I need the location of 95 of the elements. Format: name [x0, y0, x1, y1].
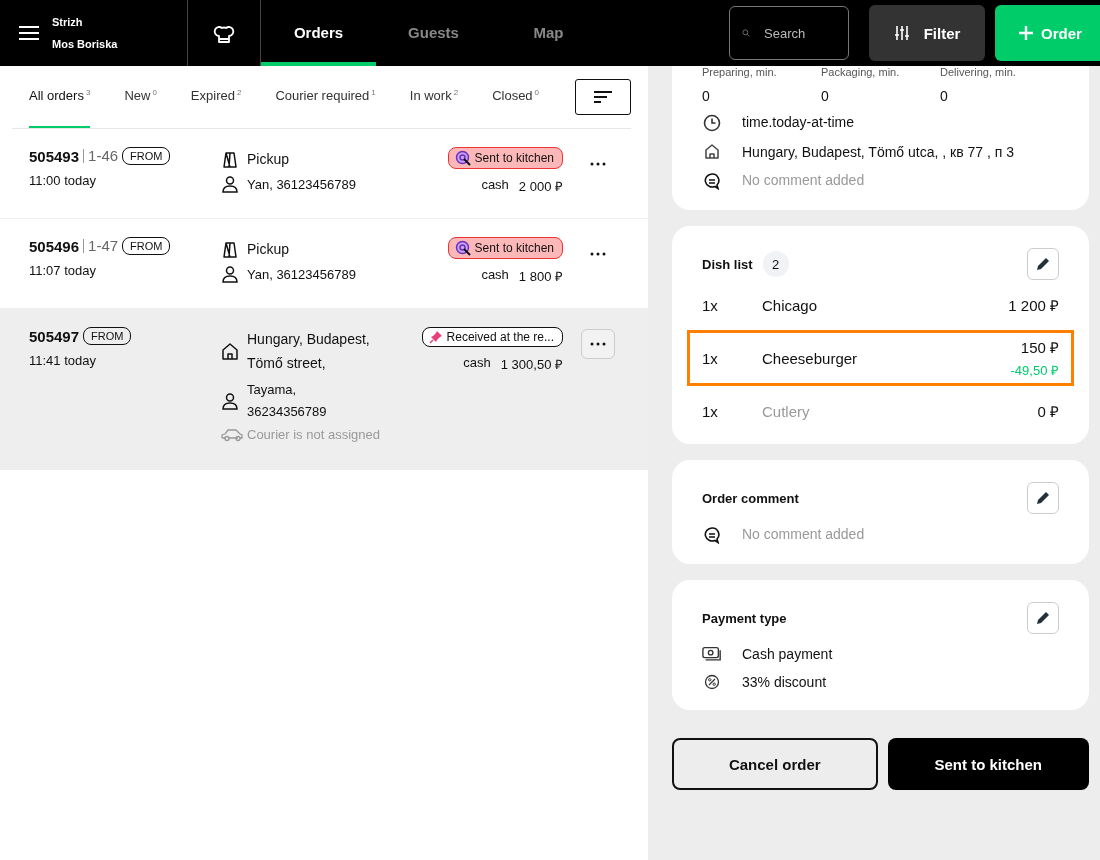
edit-button[interactable] — [1027, 482, 1059, 514]
dish-discount: -49,50 ₽ — [1010, 362, 1059, 379]
discount-text: 33% discount — [742, 674, 827, 690]
filter-tab[interactable]: In work$^{2}$ — [409, 66, 459, 128]
sliders-icon — [893, 25, 910, 41]
order-place: Pickup — [247, 150, 290, 169]
payment-method: cash — [481, 177, 509, 194]
order-row[interactable]: 505497 FROM 11:41 today Hungary, Budapest, Tömő street, Tayama, 36234356789 Courier is not assigned Received at the re... cash 1 300,50 ₽ — [0, 309, 648, 470]
edit-button[interactable] — [1027, 248, 1059, 280]
dish-price: 150 ₽ — [1020, 338, 1059, 357]
nav-tab[interactable]: Map — [491, 0, 606, 66]
timing-value: 0 — [821, 88, 830, 104]
delivery-address: Hungary, Budapest, Tömő utca, , кв 77 , п 3 — [742, 143, 1014, 162]
timing-label: Preparing, min. — [702, 66, 778, 78]
filter-tab[interactable]: Courier required$^{1}$ — [275, 66, 376, 128]
order-time: 11:00 today — [29, 173, 97, 188]
timing-label: Delivering, min. — [940, 66, 1017, 78]
dish-name: Cheeseburger — [762, 349, 859, 367]
dish-price: 1 200 ₽ — [1008, 296, 1059, 315]
customer-contact: Tayama, 36234356789 — [247, 381, 328, 421]
card-title: Order comment — [702, 490, 799, 506]
menu-icon[interactable] — [18, 25, 40, 41]
comment-icon — [702, 172, 722, 190]
dish-price: 0 ₽ — [1037, 402, 1059, 421]
dish-quantity: 1x — [702, 296, 719, 314]
dish-quantity: 1x — [702, 349, 719, 367]
comment-text: No comment added — [742, 172, 865, 188]
pencil-icon — [1035, 256, 1051, 272]
order-amount: 1 800 ₽ — [518, 268, 563, 285]
payment-method: Cash payment — [742, 646, 833, 662]
order-time: 11:07 today — [29, 263, 97, 278]
banknote-icon — [702, 646, 722, 662]
filter-tab[interactable]: All orders$^{3}$ — [29, 66, 91, 128]
pencil-icon — [1035, 490, 1051, 506]
person-icon — [221, 392, 239, 410]
person-icon — [221, 265, 239, 283]
order-number: 505496 — [29, 237, 80, 255]
filter-tab[interactable]: Expired$^{2}$ — [190, 66, 242, 128]
table-number: 1-46 — [83, 149, 119, 163]
source-tag: FROM — [122, 237, 171, 255]
clock-icon — [702, 114, 722, 132]
source-tag: FROM — [122, 147, 171, 165]
order-number: 505497 — [29, 327, 80, 345]
order-number: 505493 — [29, 147, 80, 165]
sort-button[interactable] — [575, 79, 631, 115]
timing-value: 0 — [940, 88, 949, 104]
dish-name: Cutlery — [762, 402, 811, 420]
order-row[interactable]: 505493 1-46 FROM 11:00 today Pickup Yan, 36123456789 Sent to kitchen cash 2 000 ₽ — [0, 129, 648, 219]
cancel-order-button[interactable]: Cancel order — [672, 738, 878, 790]
bag-icon — [221, 150, 239, 168]
dish-name: Chicago — [762, 296, 819, 314]
order-place: Hungary, Budapest, Tömő street, — [247, 330, 371, 373]
sort-icon — [593, 90, 613, 104]
timing-value: 0 — [702, 88, 711, 104]
customer-contact: Yan, 36123456789 — [247, 266, 356, 282]
order-amount: 2 000 ₽ — [518, 178, 563, 195]
timing-label: Packaging, min. — [821, 66, 901, 78]
edit-button[interactable] — [1027, 602, 1059, 634]
house-icon — [221, 342, 239, 360]
plus-icon — [1019, 26, 1033, 40]
house-icon — [702, 142, 722, 160]
filter-tab[interactable]: Closed$^{0}$ — [492, 66, 540, 128]
payment-method: cash — [481, 267, 509, 284]
card-title: Payment type — [702, 610, 787, 626]
comment-text: No comment added — [742, 526, 865, 542]
more-icon — [590, 252, 606, 256]
filter-button[interactable]: Filter — [869, 5, 985, 61]
source-tag: FROM — [83, 327, 132, 345]
percent-icon — [702, 674, 722, 690]
customer-contact: Yan, 36123456789 — [247, 176, 356, 192]
table-number: 1-47 — [83, 239, 119, 253]
car-icon — [221, 427, 243, 442]
order-time: time.today-at-time — [742, 114, 855, 130]
account-name: Strizh — [52, 16, 84, 28]
bag-icon — [221, 240, 239, 258]
status-badge: Sent to kitchen — [447, 237, 563, 259]
more-icon — [590, 342, 606, 346]
dish-count: 2 — [762, 251, 789, 277]
card-title: Dish list — [702, 256, 753, 272]
person-icon — [221, 175, 239, 193]
order-place: Pickup — [247, 240, 290, 259]
more-icon — [590, 162, 606, 166]
account-location: Mos Boriska — [52, 38, 118, 50]
nav-tab[interactable]: Guests — [376, 0, 491, 66]
send-to-kitchen-button[interactable]: Sent to kitchen — [887, 738, 1089, 790]
status-badge: Sent to kitchen — [447, 147, 563, 169]
order-time: 11:41 today — [29, 353, 97, 368]
status-badge: Received at the re... — [421, 327, 563, 347]
payment-method: cash — [463, 355, 491, 372]
dish-quantity: 1x — [702, 402, 719, 420]
comment-icon — [702, 526, 722, 544]
courier-status: Courier is not assigned — [247, 427, 380, 442]
pencil-icon — [1035, 610, 1051, 626]
filter-tab[interactable]: New$^{0}$ — [124, 66, 157, 128]
order-amount: 1 300,50 ₽ — [500, 356, 563, 373]
